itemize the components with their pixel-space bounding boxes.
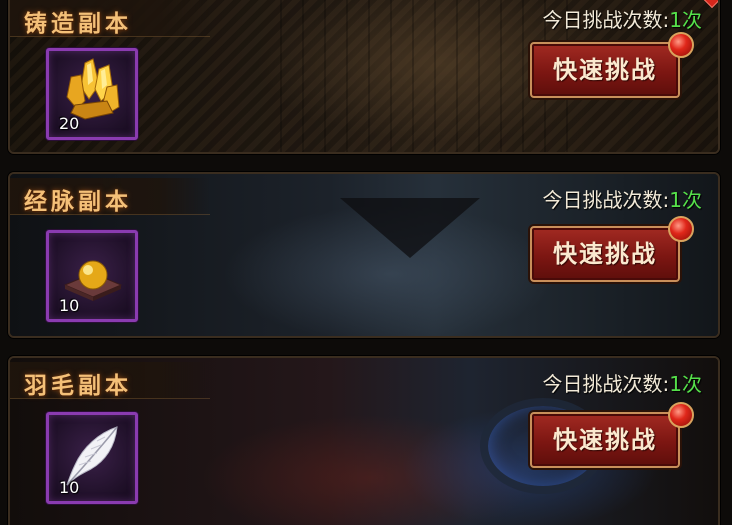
reward-quantity: 10 — [59, 478, 80, 497]
quick-challenge-button[interactable]: 快速挑战 — [530, 42, 680, 98]
reward-item-slot[interactable]: 10 — [46, 412, 138, 504]
daily-attempts-count: 1次 — [669, 8, 702, 32]
notification-dot-icon — [668, 32, 694, 58]
background-ramp-decoration — [340, 198, 480, 258]
dungeon-list: 铸造副本 今日挑战次数:1次 20 快速挑战 经脉副本 今日挑战次数:1次 10… — [0, 0, 732, 525]
reward-item-slot[interactable]: 20 — [46, 48, 138, 140]
daily-attempts: 今日挑战次数:1次 — [543, 184, 702, 213]
daily-attempts: 今日挑战次数:1次 — [543, 4, 702, 33]
dungeon-title: 铸造副本 — [24, 10, 132, 37]
daily-attempts-label: 今日挑战次数: — [542, 188, 670, 212]
quick-challenge-button[interactable]: 快速挑战 — [530, 412, 680, 468]
notification-dot-icon — [668, 402, 694, 428]
reward-quantity: 10 — [59, 296, 80, 315]
daily-attempts-count: 1次 — [669, 372, 702, 396]
dungeon-title-banner: 铸造副本 — [10, 0, 210, 37]
reward-quantity: 20 — [59, 114, 80, 133]
dungeon-title: 羽毛副本 — [24, 372, 132, 399]
daily-attempts-count: 1次 — [669, 188, 702, 212]
daily-attempts: 今日挑战次数:1次 — [543, 368, 702, 397]
dungeon-title-banner: 羽毛副本 — [10, 362, 210, 399]
dungeon-title: 经脉副本 — [24, 188, 132, 215]
dungeon-title-banner: 经脉副本 — [10, 178, 210, 215]
dungeon-card-meridian: 经脉副本 今日挑战次数:1次 10 快速挑战 — [8, 172, 720, 338]
dungeon-card-forge: 铸造副本 今日挑战次数:1次 20 快速挑战 — [8, 0, 720, 154]
daily-attempts-label: 今日挑战次数: — [542, 8, 670, 32]
daily-attempts-label: 今日挑战次数: — [542, 372, 670, 396]
dungeon-card-feather: 羽毛副本 今日挑战次数:1次 10 快速挑战 — [8, 356, 720, 525]
reward-item-slot[interactable]: 10 — [46, 230, 138, 322]
notification-dot-icon — [668, 216, 694, 242]
quick-challenge-button[interactable]: 快速挑战 — [530, 226, 680, 282]
